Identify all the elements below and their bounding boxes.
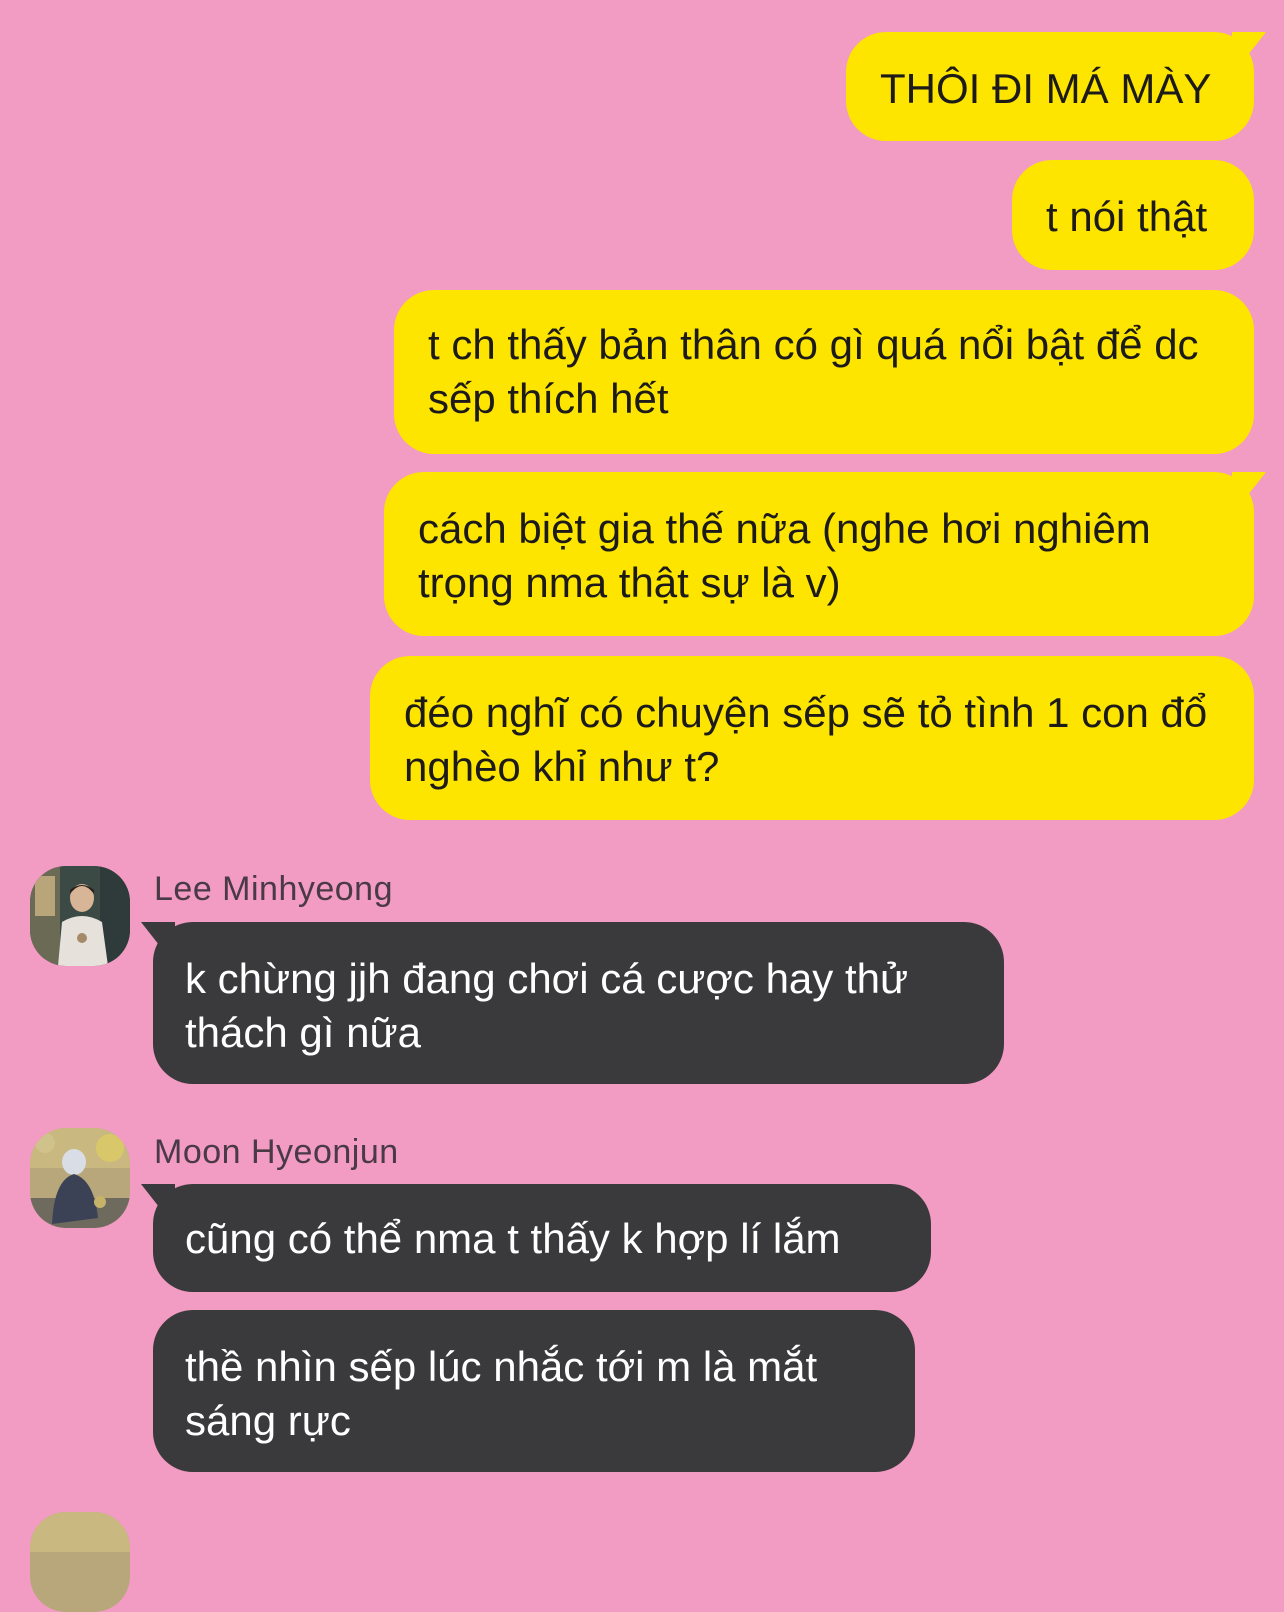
message-text: t nói thật <box>1046 193 1208 240</box>
profile-photo-icon <box>30 1128 130 1228</box>
profile-photo-icon <box>30 1512 130 1612</box>
outgoing-message-bubble[interactable]: t nói thật <box>1012 160 1254 270</box>
incoming-message-bubble[interactable]: thề nhìn sếp lúc nhắc tới m là mắt sáng … <box>153 1310 915 1472</box>
message-text: k chừng jjh đang chơi cá cược hay thử th… <box>185 955 909 1056</box>
incoming-message-bubble[interactable]: cũng có thể nma t thấy k hợp lí lắm <box>153 1184 931 1292</box>
avatar[interactable] <box>30 1512 130 1612</box>
outgoing-message-bubble[interactable]: cách biệt gia thế nữa (nghe hơi nghiêm t… <box>384 472 1254 636</box>
avatar[interactable] <box>30 1128 130 1228</box>
chat-thread: THÔI ĐI MÁ MÀY t nói thật t ch thấy bản … <box>0 0 1284 1612</box>
incoming-message-bubble[interactable]: k chừng jjh đang chơi cá cược hay thử th… <box>153 922 1004 1084</box>
avatar[interactable] <box>30 866 130 966</box>
message-text: t ch thấy bản thân có gì quá nổi bật để … <box>428 321 1199 422</box>
message-text: THÔI ĐI MÁ MÀY <box>880 65 1212 112</box>
message-text: cũng có thể nma t thấy k hợp lí lắm <box>185 1215 841 1262</box>
outgoing-message-bubble[interactable]: đéo nghĩ có chuyện sếp sẽ tỏ tình 1 con … <box>370 656 1254 820</box>
profile-photo-icon <box>30 866 130 966</box>
outgoing-message-bubble[interactable]: t ch thấy bản thân có gì quá nổi bật để … <box>394 290 1254 454</box>
message-text: cách biệt gia thế nữa (nghe hơi nghiêm t… <box>418 505 1151 606</box>
message-text: đéo nghĩ có chuyện sếp sẽ tỏ tình 1 con … <box>404 689 1208 790</box>
message-text: thề nhìn sếp lúc nhắc tới m là mắt sáng … <box>185 1343 818 1444</box>
outgoing-message-bubble[interactable]: THÔI ĐI MÁ MÀY <box>846 32 1254 141</box>
sender-name: Moon Hyeonjun <box>154 1133 399 1171</box>
sender-name: Lee Minhyeong <box>154 870 394 908</box>
